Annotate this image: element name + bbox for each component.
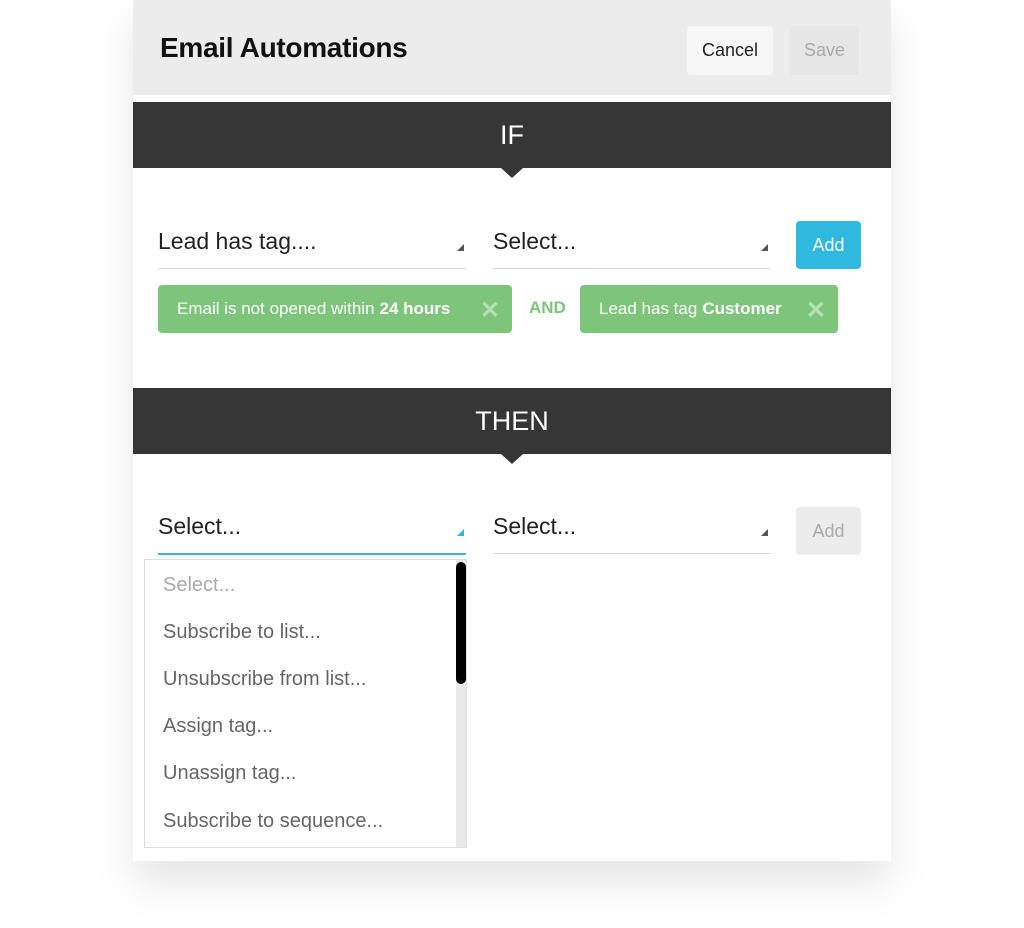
dropdown-option[interactable]: Select... <box>163 574 235 597</box>
chip-text: Lead has tag <box>599 299 698 318</box>
then-section-header: THEN <box>133 388 891 464</box>
action-dropdown-menu: Select... Subscribe to list... Unsubscri… <box>144 559 467 848</box>
dropdown-option[interactable]: Subscribe to sequence... <box>163 810 383 833</box>
if-condition-value: Lead has tag.... <box>158 228 317 254</box>
page-title: Email Automations <box>160 32 408 63</box>
condition-chip: Email is not opened within 24 hours ✕ <box>158 285 512 333</box>
chip-value: 24 hours <box>379 299 451 318</box>
scrollbar-thumb[interactable] <box>456 562 466 684</box>
automation-card: Email Automations Cancel Save IF Lead ha… <box>133 0 891 861</box>
dropdown-option[interactable]: Unassign tag... <box>163 762 296 785</box>
dropdown-option[interactable]: Unsubscribe from list... <box>163 668 366 691</box>
header: Email Automations Cancel Save <box>133 0 891 95</box>
dropdown-option[interactable]: Subscribe to list... <box>163 621 321 644</box>
pointer-arrow-icon <box>501 168 523 178</box>
then-label: THEN <box>475 405 549 436</box>
if-add-button[interactable]: Add <box>796 221 861 269</box>
if-label: IF <box>500 119 524 150</box>
then-add-button[interactable]: Add <box>796 507 861 555</box>
then-action-select[interactable]: Select... <box>158 507 466 555</box>
then-action-value: Select... <box>158 513 242 539</box>
chip-text: Email is not opened within <box>177 299 375 318</box>
dropdown-caret-icon <box>457 529 464 536</box>
close-icon[interactable]: ✕ <box>806 296 826 325</box>
then-value-select[interactable]: Select... <box>493 507 770 554</box>
dropdown-caret-icon <box>761 529 768 536</box>
pointer-arrow-icon <box>501 454 523 464</box>
save-button[interactable]: Save <box>790 26 859 75</box>
close-icon[interactable]: ✕ <box>480 296 500 325</box>
dropdown-option[interactable]: Assign tag... <box>163 715 273 738</box>
cancel-button[interactable]: Cancel <box>687 26 773 75</box>
dropdown-caret-icon <box>457 244 464 251</box>
if-value-select[interactable]: Select... <box>493 222 770 269</box>
if-section-header: IF <box>133 102 891 178</box>
condition-chip: Lead has tag Customer ✕ <box>580 285 838 333</box>
dropdown-caret-icon <box>761 244 768 251</box>
then-value-value: Select... <box>493 513 577 539</box>
if-value-value: Select... <box>493 228 577 254</box>
and-joiner: AND <box>529 298 566 317</box>
if-condition-select[interactable]: Lead has tag.... <box>158 222 466 269</box>
chip-value: Customer <box>702 299 782 318</box>
